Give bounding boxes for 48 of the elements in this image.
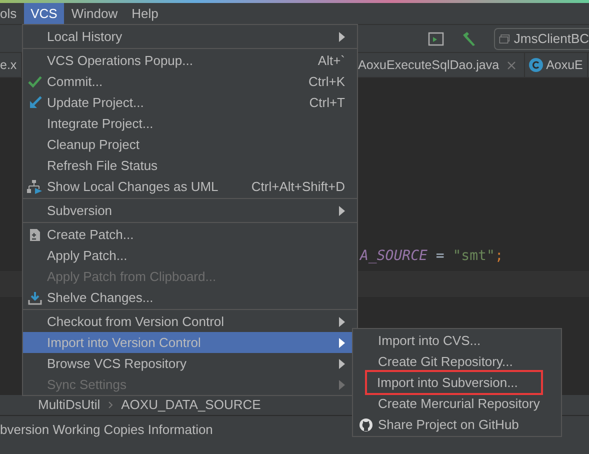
menu-item[interactable]: Shelve Changes...	[23, 287, 357, 308]
menu-item[interactable]: Subversion	[23, 200, 357, 221]
shelve-icon	[28, 290, 42, 304]
menu-item[interactable]: Refresh File Status	[23, 155, 357, 176]
menu-bar-item[interactable]: ols	[0, 3, 24, 24]
breadcrumb-item[interactable]: MultiDsUtil	[38, 395, 100, 415]
menu-item[interactable]: Browse VCS Repository	[23, 353, 357, 374]
github-icon	[359, 418, 373, 432]
menu-item[interactable]: Create Patch...	[23, 224, 357, 245]
menu-item[interactable]: Checkout from Version Control	[23, 311, 357, 332]
menu-item[interactable]: Import into Subversion...	[367, 372, 541, 393]
document-icon	[29, 228, 41, 242]
submenu-arrow-icon	[339, 380, 345, 390]
menu-item[interactable]: Create Git Repository...	[354, 351, 560, 372]
code-line: A_SOURCE = "smt";	[360, 247, 504, 266]
window-icon	[499, 32, 510, 46]
editor-tab[interactable]: AoxuExecuteSqlDao.java	[358, 56, 500, 74]
editor-tab[interactable]: AoxuE	[546, 56, 583, 74]
menu-item[interactable]: Commit... Ctrl+K	[23, 71, 357, 92]
breadcrumb-item[interactable]: AOXU_DATA_SOURCE	[121, 395, 261, 415]
arrow-icon	[28, 96, 42, 109]
menu-bar-item[interactable]: VCS	[24, 3, 64, 24]
submenu-arrow-icon	[339, 32, 345, 42]
menu-item[interactable]: Update Project... Ctrl+T	[23, 92, 357, 113]
class-icon	[529, 58, 544, 72]
hammer-icon[interactable]	[460, 30, 478, 48]
submenu-arrow-icon	[339, 316, 345, 326]
submenu-arrow-icon	[339, 338, 345, 348]
menu-item[interactable]: Import into CVS...	[354, 330, 560, 351]
menu-bar-item[interactable]: Window	[64, 3, 125, 24]
run-configuration-dropdown[interactable]: JmsClientBC	[494, 28, 589, 50]
menu-item[interactable]: Show Local Changes as UML Ctrl+Alt+Shift+D	[23, 176, 357, 197]
status-text: bversion Working Copies Information	[0, 422, 213, 437]
menu-item[interactable]: VCS Operations Popup... Alt+`	[23, 50, 357, 71]
menu-item[interactable]: Create Mercurial Repository	[354, 393, 560, 414]
check-icon	[28, 76, 42, 88]
submenu-arrow-icon	[339, 206, 345, 216]
menu-item[interactable]: Apply Patch...	[23, 245, 357, 266]
diagram-icon	[27, 180, 43, 194]
chevron-icon	[108, 401, 114, 409]
menu-item[interactable]: Share Project on GitHub	[354, 414, 560, 435]
editor-tab[interactable]: e.x	[0, 56, 17, 74]
menu-item[interactable]: Cleanup Project	[23, 134, 357, 155]
submenu-arrow-icon	[339, 358, 345, 368]
menu-item[interactable]: Local History	[23, 26, 357, 47]
menu-item[interactable]: Integrate Project...	[23, 113, 357, 134]
menu-bar-item[interactable]: Help	[124, 3, 166, 24]
run-window-icon[interactable]	[428, 32, 444, 46]
